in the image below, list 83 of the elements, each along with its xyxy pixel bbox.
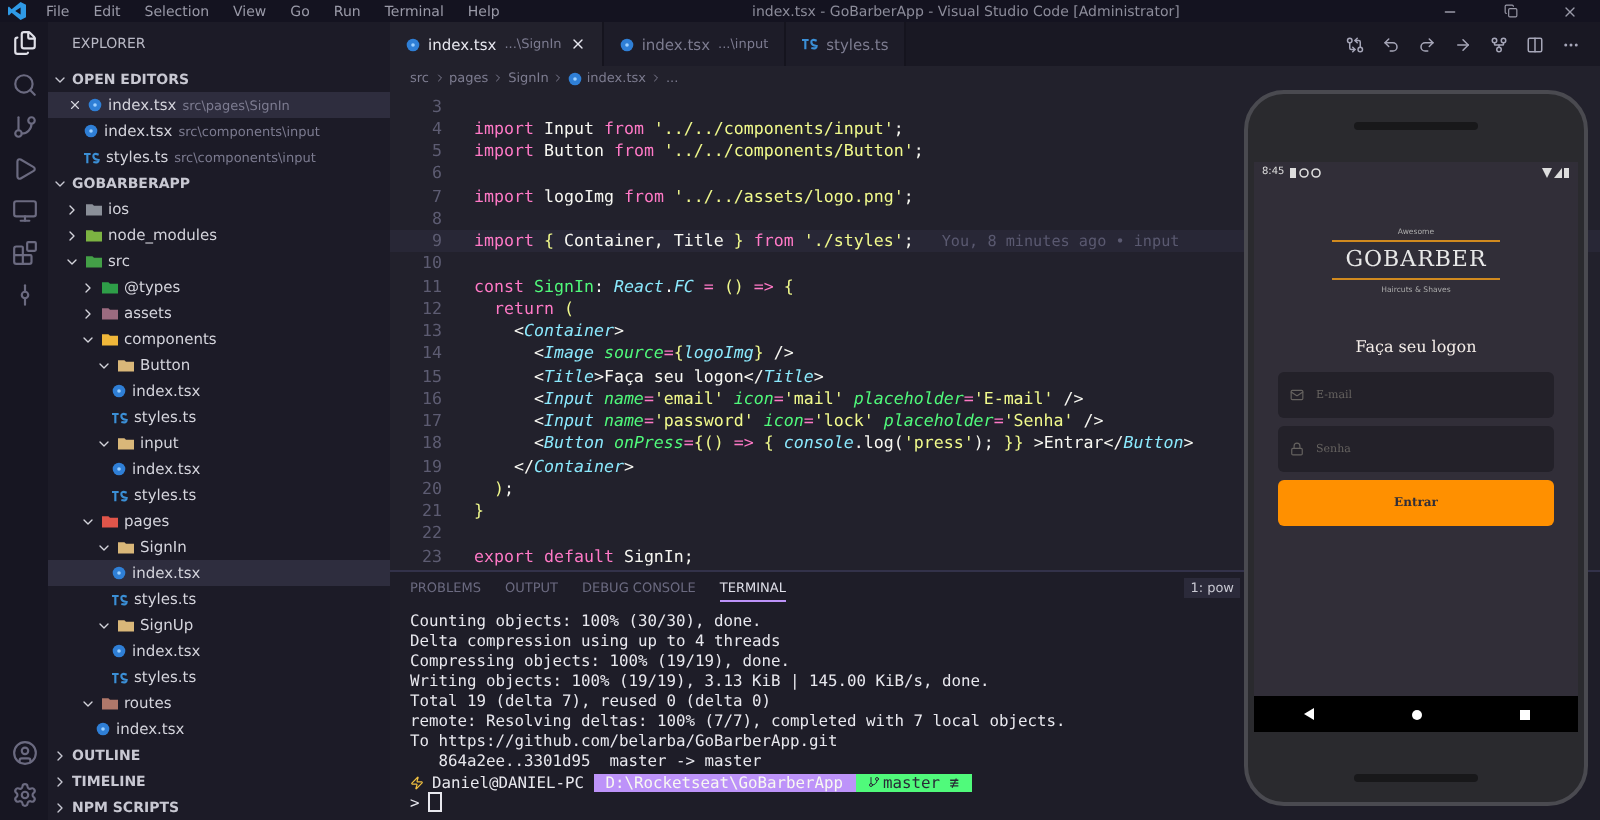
- code-line: }: [474, 500, 484, 521]
- code-line: <Title>Faça seu logon</Title>: [531, 365, 824, 386]
- typescript-file-icon: [112, 489, 128, 501]
- lock-icon: [1290, 442, 1304, 456]
- react-file-icon: [568, 71, 583, 85]
- typescript-file-icon: [84, 151, 100, 163]
- line-number: 20: [420, 477, 444, 498]
- line-number: 17: [420, 410, 444, 431]
- close-icon[interactable]: [569, 36, 586, 52]
- typescript-file-icon: [802, 38, 819, 50]
- code-line: );: [491, 477, 514, 498]
- forward-arrow-icon[interactable]: [1418, 35, 1436, 53]
- code-line: export default SignIn;: [474, 545, 694, 566]
- compare-icon[interactable]: [1346, 35, 1364, 53]
- react-file-icon: [96, 722, 110, 736]
- code-line: import { Container, Title } from './styles';: [474, 230, 914, 251]
- react-file-icon: [112, 566, 126, 580]
- search-icon[interactable]: [11, 72, 37, 98]
- screen-title: Faça seu logon: [1353, 338, 1479, 356]
- code-line: return (: [491, 297, 574, 318]
- code-line: <Button onPress={() => { console.log('press'); }} >Entrar</Button>: [531, 432, 1194, 453]
- line-number: 23: [420, 545, 444, 566]
- recents-icon[interactable]: [1519, 709, 1529, 719]
- code-line: import logoImg from '../../assets/logo.png';: [474, 185, 914, 206]
- typescript-file-icon: [112, 411, 128, 423]
- chevron-right-icon: [433, 72, 445, 84]
- remote-icon[interactable]: [11, 198, 37, 224]
- extensions-icon[interactable]: [11, 240, 37, 266]
- back-arrow-icon[interactable]: [1382, 35, 1400, 53]
- signal-battery-icon: [1542, 167, 1570, 177]
- react-file-icon: [112, 462, 126, 476]
- code-line: </Container>: [511, 455, 634, 476]
- line-number: 14: [420, 342, 444, 363]
- code-line: import Input from '../../components/input';: [474, 117, 904, 138]
- line-number: 12: [420, 297, 444, 318]
- line-number: 15: [420, 365, 444, 386]
- lightning-icon: [410, 775, 424, 789]
- back-icon[interactable]: [1303, 708, 1313, 720]
- app-logo-icon: [8, 2, 26, 20]
- chevron-right-icon: [552, 72, 565, 84]
- settings-icon[interactable]: [11, 782, 37, 808]
- home-icon[interactable]: [1411, 709, 1421, 719]
- code-line: <Container>: [511, 320, 624, 341]
- react-file-icon: [619, 37, 634, 51]
- arrow-right-icon[interactable]: [1454, 35, 1472, 53]
- code-line: const SignIn: React.FC = () => {: [474, 275, 794, 296]
- react-file-icon: [112, 644, 126, 658]
- line-number: 5: [430, 140, 444, 161]
- line-number: 9: [430, 230, 444, 251]
- mail-icon: [1290, 388, 1304, 402]
- status-icons: [1290, 167, 1323, 177]
- line-number: 22: [420, 522, 444, 543]
- run-icon[interactable]: [11, 156, 37, 182]
- terminal-cursor: [427, 792, 442, 812]
- line-number: 10: [420, 252, 444, 273]
- react-file-icon: [112, 384, 126, 398]
- branch-icon: [867, 776, 880, 788]
- branch-icon[interactable]: [1490, 35, 1508, 53]
- account-icon[interactable]: [11, 740, 37, 766]
- split-editor-icon[interactable]: [1526, 35, 1544, 53]
- scm-icon[interactable]: [11, 114, 37, 140]
- line-number: 11: [420, 275, 444, 296]
- files-icon[interactable]: [11, 30, 37, 56]
- typescript-file-icon: [112, 671, 128, 683]
- chevron-right-icon: [649, 72, 662, 84]
- react-file-icon: [406, 37, 420, 51]
- code-line: import Button from '../../components/Button';: [474, 140, 924, 161]
- line-number: 19: [420, 455, 444, 476]
- typescript-file-icon: [112, 593, 128, 605]
- code-line: <Input name='password' icon='lock' placeholder='Senha' />: [531, 410, 1104, 431]
- line-number: 21: [420, 500, 444, 521]
- line-number: 16: [420, 387, 444, 408]
- line-number: 4: [430, 117, 444, 138]
- line-number: 18: [420, 432, 444, 453]
- line-number: 3: [430, 95, 444, 116]
- close-icon[interactable]: [68, 98, 82, 112]
- line-number: 13: [420, 320, 444, 341]
- chevron-right-icon: [492, 72, 505, 84]
- code-line: <Input name='email' icon='mail' placeholder='E-mail' />: [531, 387, 1084, 408]
- line-number: 8: [430, 207, 444, 228]
- code-line: <Image source={logoImg} />: [531, 342, 794, 363]
- line-number: 6: [430, 162, 444, 183]
- line-number: 7: [430, 185, 444, 206]
